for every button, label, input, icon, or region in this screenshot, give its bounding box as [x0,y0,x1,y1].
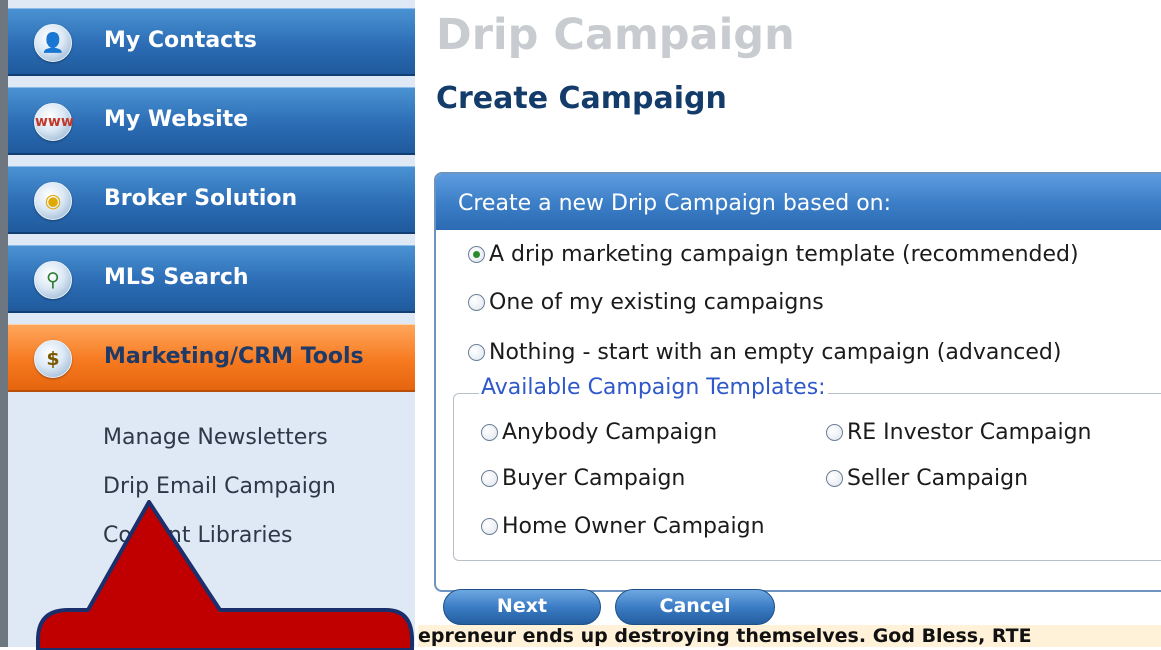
sidebar-item-label: MLS Search [104,265,249,290]
sidebar-item-label: My Website [104,107,249,132]
radio-icon [468,344,485,361]
radio-icon [481,470,498,487]
buyer-campaign-radio[interactable]: Buyer Campaign [481,466,685,491]
next-button[interactable]: Next [443,589,601,625]
template-label: RE Investor Campaign [847,420,1092,445]
option-label: Nothing - start with an empty campaign (… [489,340,1062,365]
radio-icon [481,518,498,535]
magnifier-icon: ⚲ [34,261,72,299]
seller-campaign-radio[interactable]: Seller Campaign [826,466,1028,491]
panel-header-text: Create a new Drip Campaign based on: [458,191,892,216]
template-label: Buyer Campaign [502,466,686,491]
templates-legend: Available Campaign Templates: [479,375,828,400]
anybody-campaign-radio[interactable]: Anybody Campaign [481,420,717,445]
sidebar-item-label: Marketing/CRM Tools [104,344,364,369]
radio-icon [826,470,843,487]
template-label: Home Owner Campaign [502,514,765,539]
sidebar-item-marketing-crm-tools[interactable]: $ Marketing/CRM Tools [8,324,415,392]
drip-email-campaign-link[interactable]: Drip Email Campaign [103,474,336,499]
page-subtitle: Create Campaign [436,81,727,116]
radio-icon [826,424,843,441]
sidebar-item-label: Broker Solution [104,186,298,211]
template-label: Seller Campaign [847,466,1029,491]
re-investor-campaign-radio[interactable]: RE Investor Campaign [826,420,1092,445]
footer-ticker: epreneur ends up destroying themselves. … [418,625,1161,647]
manage-newsletters-link[interactable]: Manage Newsletters [103,425,328,450]
contacts-icon: 👤 [34,24,72,62]
sidebar-item-my-contacts[interactable]: 👤 My Contacts [8,8,415,76]
money-icon: $ [34,340,72,378]
panel-header: Create a new Drip Campaign based on: [436,174,1161,230]
website-icon: www [34,103,74,141]
template-label: Anybody Campaign [502,420,718,445]
radio-icon [481,424,498,441]
cancel-button[interactable]: Cancel [615,589,775,625]
radio-icon [468,294,485,311]
lightbulb-icon: ◉ [34,182,72,220]
sidebar-item-my-website[interactable]: www My Website [8,87,415,155]
option-label: A drip marketing campaign template (reco… [489,242,1079,267]
existing-campaign-radio[interactable]: One of my existing campaigns [468,290,824,315]
home-owner-campaign-radio[interactable]: Home Owner Campaign [481,514,765,539]
sidebar-item-broker-solution[interactable]: ◉ Broker Solution [8,166,415,234]
template-option-radio[interactable]: A drip marketing campaign template (reco… [468,242,1079,267]
sidebar-item-mls-search[interactable]: ⚲ MLS Search [8,245,415,313]
sidebar-item-label: My Contacts [104,28,257,53]
radio-selected-icon [468,246,485,263]
sidebar-edge [0,0,8,647]
page-title: Drip Campaign [436,10,795,60]
option-label: One of my existing campaigns [489,290,824,315]
empty-campaign-radio[interactable]: Nothing - start with an empty campaign (… [468,340,1061,365]
callout-arrow [36,500,414,650]
